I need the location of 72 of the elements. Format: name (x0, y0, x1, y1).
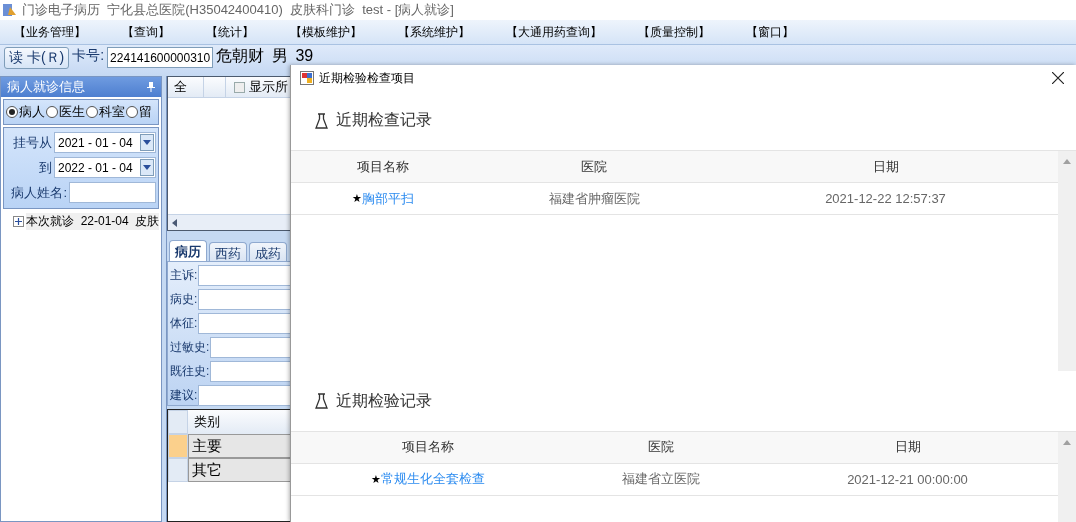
menu-item[interactable]: 【模板维护】 (290, 23, 362, 41)
name-field[interactable] (69, 182, 156, 203)
radio-label: 病人 (19, 103, 45, 121)
field-label: 主诉: (170, 267, 198, 284)
date-from-label: 挂号从 (13, 133, 52, 152)
tab[interactable]: 病历 (169, 240, 207, 261)
scrollbar[interactable] (1058, 151, 1076, 372)
table-cell-text: 2021-12-21 00:00:00 (846, 471, 969, 487)
menu-item[interactable]: 【大通用药查询】 (506, 23, 602, 41)
flask-icon (315, 393, 328, 410)
tree-item[interactable]: 本次就诊 22-01-04 皮肤 (26, 213, 160, 230)
column-header: 医院 (647, 438, 675, 457)
scrollbar[interactable] (1058, 431, 1076, 522)
menu-item[interactable]: 【统计】 (206, 23, 254, 41)
radio-label: 医生 (59, 103, 85, 121)
section-title: 近期检验记录 (336, 390, 432, 411)
field-label: 既往史: (170, 363, 210, 380)
pin-icon[interactable] (147, 82, 155, 92)
caret-icon (143, 165, 151, 170)
app-icon (2, 2, 18, 18)
dropdown-button[interactable] (140, 159, 154, 176)
star-mark: ★ (371, 472, 381, 486)
column-header: 日期 (893, 438, 922, 457)
menu-item[interactable]: 【业务管理】 (14, 23, 86, 41)
field-label: 体征: (170, 315, 198, 332)
column-header: 全 (168, 77, 204, 97)
column-header: 医院 (580, 157, 608, 176)
table-cell-text: 福建省立医院 (621, 470, 701, 489)
expand-icon[interactable] (13, 216, 24, 227)
panel-title: 病人就诊信息 (7, 78, 85, 96)
field-label: 过敏史: (170, 339, 210, 356)
flask-icon (315, 112, 328, 129)
radio-label: 科室 (99, 103, 125, 121)
caret-icon (143, 140, 151, 145)
menu-item[interactable]: 【系统维护】 (398, 23, 470, 41)
item-link[interactable]: 常规生化全套检查 (380, 470, 485, 489)
close-icon (1052, 72, 1064, 84)
patient-info: 危朝财 男 39 (216, 48, 313, 64)
section-title: 近期检查记录 (336, 110, 432, 131)
radio-button[interactable] (46, 106, 58, 118)
item-link[interactable]: 胸部平扫 (361, 189, 414, 208)
window-title: 门诊电子病历 宁化县总医院(H35042400410) 皮肤科门诊 test - [病人就诊] (22, 1, 454, 19)
star-mark: ★ (352, 192, 362, 206)
radio-button[interactable] (6, 106, 18, 118)
column-header: 项目名称 (356, 157, 410, 176)
dialog-title: 近期检验检查项目 (319, 69, 415, 87)
corner-cell (168, 410, 188, 434)
read-card-button[interactable]: 读 卡(Ｒ) (4, 47, 70, 69)
table-cell-text: 2021-12-22 12:57:37 (824, 191, 947, 207)
menu-item[interactable]: 【质量控制】 (638, 23, 710, 41)
table-cell-text: 福建省肿瘤医院 (547, 189, 641, 208)
field-label: 病史: (170, 291, 198, 308)
radio-button[interactable] (126, 106, 138, 118)
name-label: 病人姓名: (11, 183, 67, 202)
tab[interactable]: 西药 (209, 242, 247, 261)
window-icon (300, 71, 314, 85)
menu-item[interactable]: 【查询】 (122, 23, 170, 41)
date-to-label: 到 (39, 158, 52, 177)
card-number-field[interactable]: 224141600000310 (107, 47, 214, 68)
date-from-field[interactable]: 2021 - 01 - 04 (54, 132, 156, 153)
field-label: 建议: (170, 387, 198, 404)
column-header: 日期 (871, 157, 900, 176)
checkbox[interactable] (234, 81, 245, 93)
dropdown-button[interactable] (140, 134, 154, 151)
column-header: 项目名称 (401, 438, 455, 457)
radio-button[interactable] (86, 106, 98, 118)
checkbox-label: 显示所 (249, 78, 288, 96)
card-label: 卡号: (72, 47, 105, 65)
radio-label: 留 (139, 103, 152, 121)
date-to-field[interactable]: 2022 - 01 - 04 (54, 157, 156, 178)
menu-item[interactable]: 【窗口】 (746, 23, 794, 41)
tab[interactable]: 成药 (249, 242, 287, 261)
